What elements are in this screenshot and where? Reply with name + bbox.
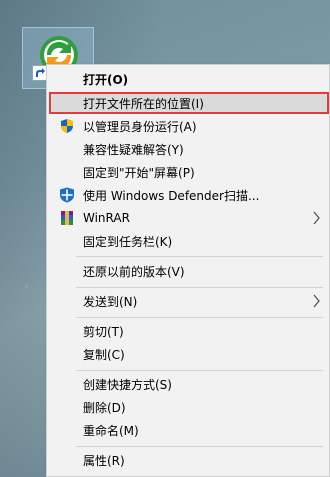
menu-item-label: 固定到"开始"屏幕(P) xyxy=(83,165,195,180)
menu-item-label: 重命名(M) xyxy=(83,423,139,438)
menu-item-label: 使用 Windows Defender扫描... xyxy=(83,188,260,203)
menu-item-rename[interactable]: 重命名(M) xyxy=(47,419,330,441)
menu-item-label: 以管理员身份运行(A) xyxy=(83,119,197,134)
menu-item-pin-to-start[interactable]: 固定到"开始"屏幕(P) xyxy=(47,161,330,183)
menu-item-label: WinRAR xyxy=(83,211,130,225)
menu-item-cut[interactable]: 剪切(T) xyxy=(47,320,330,342)
menu-item-label: 还原以前的版本(V) xyxy=(83,264,185,279)
menu-item-create-shortcut[interactable]: 创建快捷方式(S) xyxy=(47,373,330,395)
menu-item-open[interactable]: 打开(O) xyxy=(47,68,330,90)
menu-item-send-to[interactable]: 发送到(N) xyxy=(47,290,330,312)
menu-separator xyxy=(76,287,323,288)
menu-item-label: 打开(O) xyxy=(83,72,129,87)
menu-item-label: 创建快捷方式(S) xyxy=(83,377,172,392)
chevron-right-icon xyxy=(313,294,320,308)
menu-item-defender-scan[interactable]: 使用 Windows Defender扫描... xyxy=(47,184,330,206)
menu-item-pin-to-taskbar[interactable]: 固定到任务栏(K) xyxy=(47,230,330,252)
menu-item-properties[interactable]: 属性(R) xyxy=(47,449,330,471)
winrar-icon xyxy=(61,211,73,225)
menu-item-compatibility[interactable]: 兼容性疑难解答(Y) xyxy=(47,138,330,160)
chevron-right-icon xyxy=(313,211,320,225)
menu-item-run-as-admin[interactable]: 以管理员身份运行(A) xyxy=(47,115,330,137)
menu-item-label: 复制(C) xyxy=(83,347,125,362)
menu-item-label: 固定到任务栏(K) xyxy=(83,234,173,249)
menu-item-label: 删除(D) xyxy=(83,400,126,415)
menu-item-label: 发送到(N) xyxy=(83,294,138,309)
menu-item-open-file-location[interactable]: 打开文件所在的位置(I) xyxy=(49,92,329,114)
menu-separator xyxy=(76,317,323,318)
menu-item-label: 兼容性疑难解答(Y) xyxy=(83,142,184,157)
menu-item-restore-previous-versions[interactable]: 还原以前的版本(V) xyxy=(47,260,330,282)
context-menu: 打开(O) 打开文件所在的位置(I) 以管理员身份运行(A) 兼容性疑难解答(Y… xyxy=(46,64,330,477)
menu-item-winrar[interactable]: WinRAR xyxy=(47,207,330,229)
uac-shield-icon xyxy=(61,119,73,133)
menu-item-label: 属性(R) xyxy=(83,453,125,468)
menu-item-label: 剪切(T) xyxy=(83,324,124,339)
menu-separator xyxy=(76,446,323,447)
menu-item-label: 打开文件所在的位置(I) xyxy=(83,96,204,111)
menu-separator xyxy=(76,370,323,371)
menu-item-copy[interactable]: 复制(C) xyxy=(47,343,330,365)
windows-defender-icon xyxy=(60,187,74,203)
menu-item-delete[interactable]: 删除(D) xyxy=(47,396,330,418)
menu-separator xyxy=(76,256,323,257)
